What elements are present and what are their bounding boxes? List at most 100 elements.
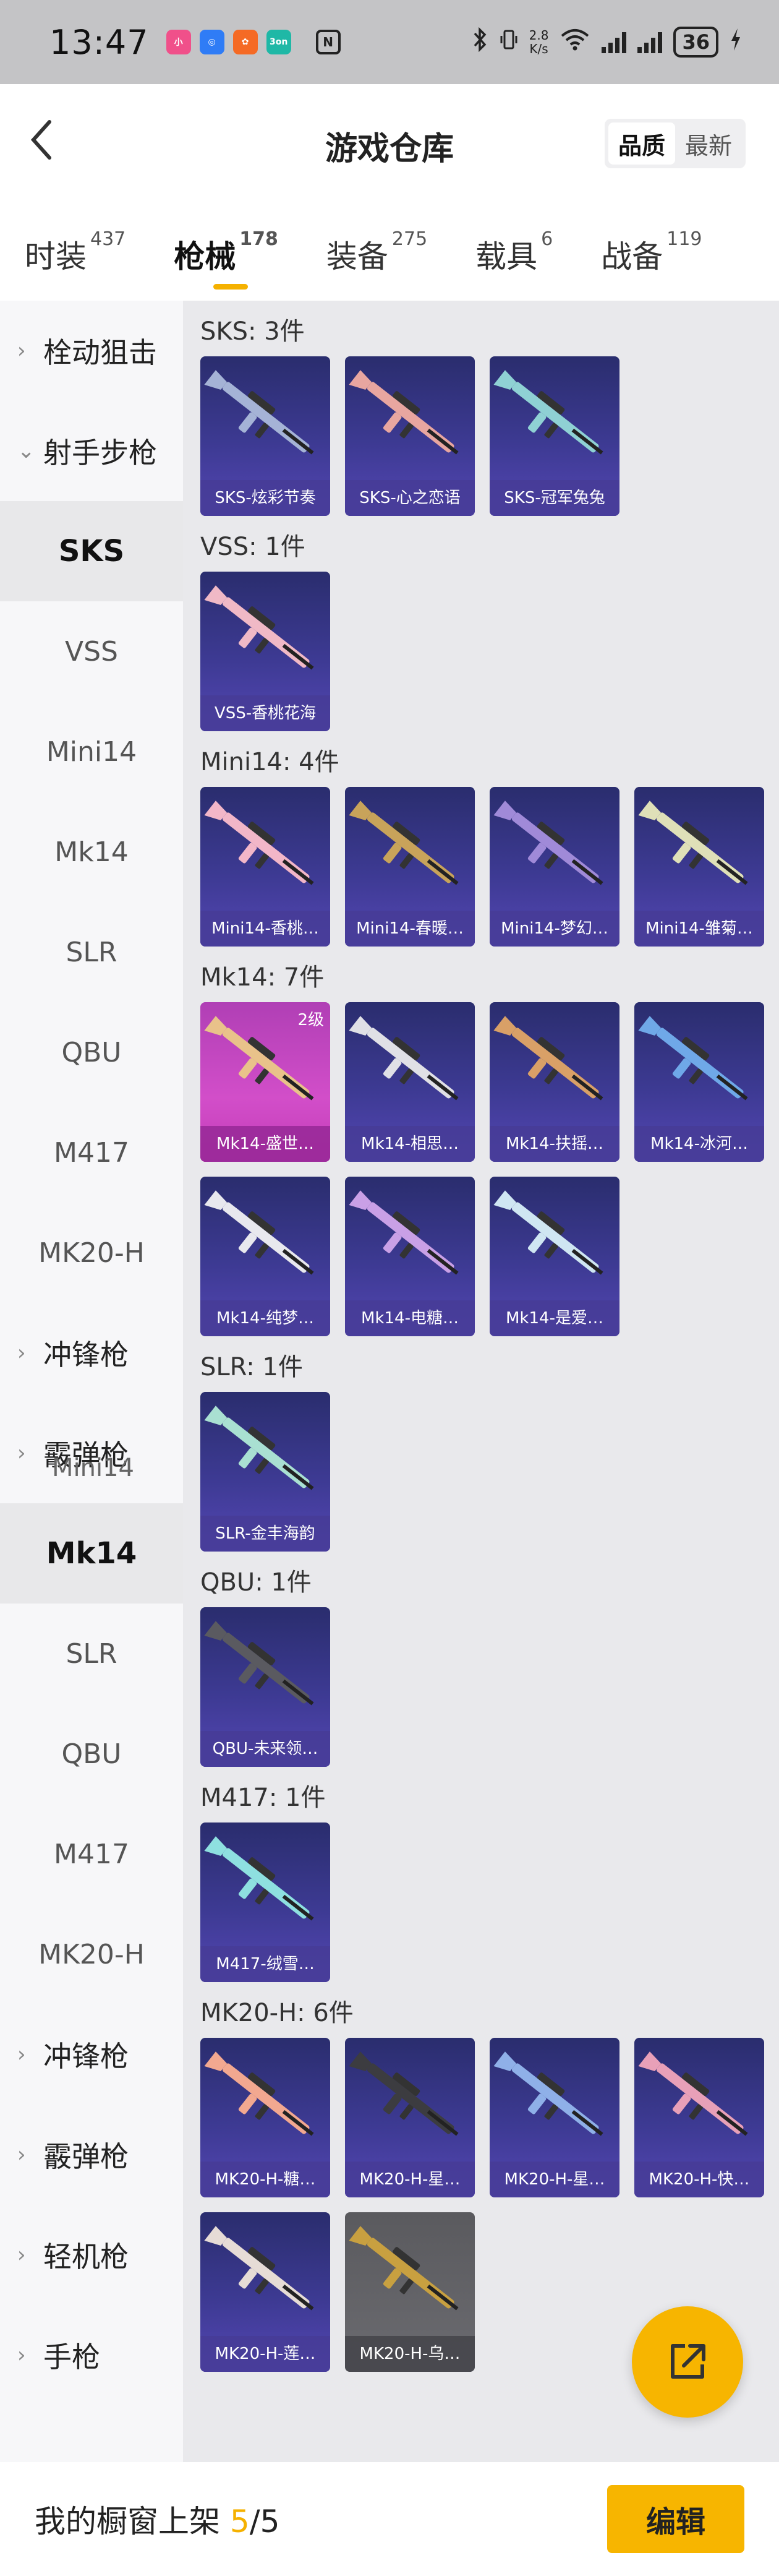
sidebar-subitem[interactable]: MK20-H [0, 1904, 183, 2004]
tab-1[interactable]: 枪械 178 [174, 228, 278, 290]
section-title: M417: 1件 [200, 1784, 326, 1812]
sidebar-subitem[interactable]: VSS [0, 601, 183, 702]
weapon-card-label: Mk14-相思… [345, 1126, 475, 1162]
weapon-card[interactable]: Mk14-是爱… [490, 1177, 619, 1336]
tab-2[interactable]: 装备 275 [326, 228, 427, 277]
weapon-card[interactable]: M417-绒雪… [200, 1823, 330, 1982]
battery-icon: 36 [673, 27, 718, 58]
tab-3[interactable]: 载具 6 [475, 228, 553, 277]
rifle-icon [638, 801, 748, 885]
weapon-card[interactable]: 2级 Mk14-盛世… [200, 1002, 330, 1162]
sidebar-group[interactable]: › 栓动狙击 [0, 301, 183, 401]
chevron-icon: › [17, 1441, 26, 1466]
weapon-card[interactable]: Mini14-春暖… [345, 787, 475, 947]
weapon-card[interactable]: MK20-H-莲… [200, 2212, 330, 2372]
rifle-icon [638, 1016, 748, 1101]
rifle-icon [204, 2051, 314, 2136]
weapon-card-label: VSS-香桃花海 [200, 695, 330, 731]
weapon-card[interactable]: SKS-炫彩节奏 [200, 356, 330, 516]
weapon-card-label: SLR-金丰海韵 [200, 1516, 330, 1552]
sidebar-group[interactable]: › 手枪 [0, 2305, 183, 2405]
sidebar-subitem[interactable]: Mk14 [0, 1503, 183, 1604]
weapon-card[interactable]: SKS-心之恋语 [345, 356, 475, 516]
sidebar-subitem[interactable]: SLR [0, 902, 183, 1002]
wifi-icon [560, 27, 590, 57]
weapon-card[interactable]: SLR-金丰海韵 [200, 1392, 330, 1552]
rifle-icon [204, 1621, 314, 1706]
weapon-card-label: SKS-心之恋语 [345, 480, 475, 516]
weapon-card[interactable]: VSS-香桃花海 [200, 572, 330, 731]
weapon-card-label: Mk14-是爱… [490, 1300, 619, 1336]
weapon-card-label: MK20-H-星… [345, 2162, 475, 2197]
sidebar-group-label: 冲锋枪 [43, 1338, 129, 1372]
sidebar-subitem[interactable]: SLR [0, 1604, 183, 1704]
tab-count: 119 [666, 228, 702, 250]
sidebar-group[interactable]: › 冲锋枪 [0, 2004, 183, 2105]
sidebar-subitem[interactable]: SKS [0, 501, 183, 601]
tab-label: 时装 [25, 239, 87, 275]
weapon-card[interactable]: QBU-未来领… [200, 1607, 330, 1767]
sidebar-group[interactable]: ⌄ 射手步枪 [0, 401, 183, 501]
weapon-card[interactable]: Mini14-梦幻… [490, 787, 619, 947]
sidebar-subitem[interactable]: M417 [0, 1102, 183, 1203]
weapon-card[interactable]: SKS-冠军兔兔 [490, 356, 619, 516]
sidebar-group[interactable]: › 霰弹枪 [0, 2105, 183, 2205]
sidebar-group[interactable]: › 霰弹枪 Mini14 [0, 1403, 183, 1503]
weapon-card[interactable]: Mini14-香桃… [200, 787, 330, 947]
chevron-icon: › [17, 1341, 26, 1365]
sidebar-subitem[interactable]: Mini14 [0, 702, 183, 802]
weapon-card[interactable]: Mini14-雏菊… [634, 787, 764, 947]
share-fab-button[interactable] [632, 2306, 743, 2418]
weapon-card-label: MK20-H-星… [490, 2162, 619, 2197]
showcase-total: /5 [249, 2504, 280, 2540]
weapon-card[interactable]: Mk14-纯梦… [200, 1177, 330, 1336]
weapon-card-label: Mini14-雏菊… [634, 911, 764, 947]
weapon-card-label: Mini14-梦幻… [490, 911, 619, 947]
item-grid: Mini14-香桃… Mini14-春暖… Mini14-梦幻… Mini14-雏菊… [200, 787, 779, 947]
tab-count: 178 [239, 228, 278, 250]
sidebar-group-label: 射手步枪 [43, 436, 157, 470]
sidebar-group-label: 霰弹枪 [43, 2140, 129, 2173]
sidebar-group[interactable]: › 轻机枪 [0, 2205, 183, 2305]
weapon-card-label: MK20-H-莲… [200, 2336, 330, 2372]
sort-toggle: 品质 最新 [604, 119, 746, 168]
sidebar-group[interactable]: › 冲锋枪 [0, 1303, 183, 1403]
rifle-icon [349, 2051, 459, 2136]
weapon-card[interactable]: MK20-H-乌… [345, 2212, 475, 2372]
sidebar-subitem[interactable]: Mk14 [0, 802, 183, 902]
weapon-card[interactable]: Mk14-扶摇… [490, 1002, 619, 1162]
item-grid: SLR-金丰海韵 [200, 1392, 779, 1552]
app-icon-2: ◎ [199, 30, 224, 54]
weapon-card[interactable]: MK20-H-快… [634, 2038, 764, 2197]
section-title: SLR: 1件 [200, 1353, 303, 1381]
section-title: Mini14: 4件 [200, 748, 339, 776]
tab-4[interactable]: 战备 119 [601, 228, 702, 277]
weapon-card[interactable]: MK20-H-糖… [200, 2038, 330, 2197]
weapon-card[interactable]: Mk14-冰河… [634, 1002, 764, 1162]
chevron-icon: › [17, 2243, 26, 2267]
weapon-card[interactable]: Mk14-电糖… [345, 1177, 475, 1336]
nfc-icon: N [315, 30, 341, 54]
weapon-card[interactable]: MK20-H-星… [490, 2038, 619, 2197]
sort-option-quality[interactable]: 品质 [608, 122, 675, 165]
sidebar-subitem[interactable]: MK20-H [0, 1203, 183, 1303]
signal-icon-1 [602, 31, 627, 53]
chevron-icon: ⌄ [17, 439, 35, 463]
charging-icon [730, 27, 742, 57]
weapon-card[interactable]: Mk14-相思… [345, 1002, 475, 1162]
bottom-bar: 我的橱窗上架 5/5 编辑 [0, 2462, 779, 2576]
edit-button[interactable]: 编辑 [607, 2485, 744, 2553]
weapon-card-label: MK20-H-糖… [200, 2162, 330, 2197]
rifle-icon [204, 2226, 314, 2311]
sidebar-subitem[interactable]: QBU [0, 1002, 183, 1102]
tab-0[interactable]: 时装 437 [25, 228, 126, 277]
weapon-card-label: Mk14-冰河… [634, 1126, 764, 1162]
weapon-card[interactable]: MK20-H-星… [345, 2038, 475, 2197]
rifle-icon [349, 801, 459, 885]
tab-count: 6 [541, 228, 553, 250]
sidebar-subitem[interactable]: M417 [0, 1804, 183, 1904]
sort-option-newest[interactable]: 最新 [675, 122, 742, 165]
chevron-icon: › [17, 2042, 26, 2067]
category-tabs: 时装 437 枪械 178 装备 275 载具 6 战备 119 [0, 208, 779, 301]
sidebar-subitem[interactable]: QBU [0, 1704, 183, 1804]
